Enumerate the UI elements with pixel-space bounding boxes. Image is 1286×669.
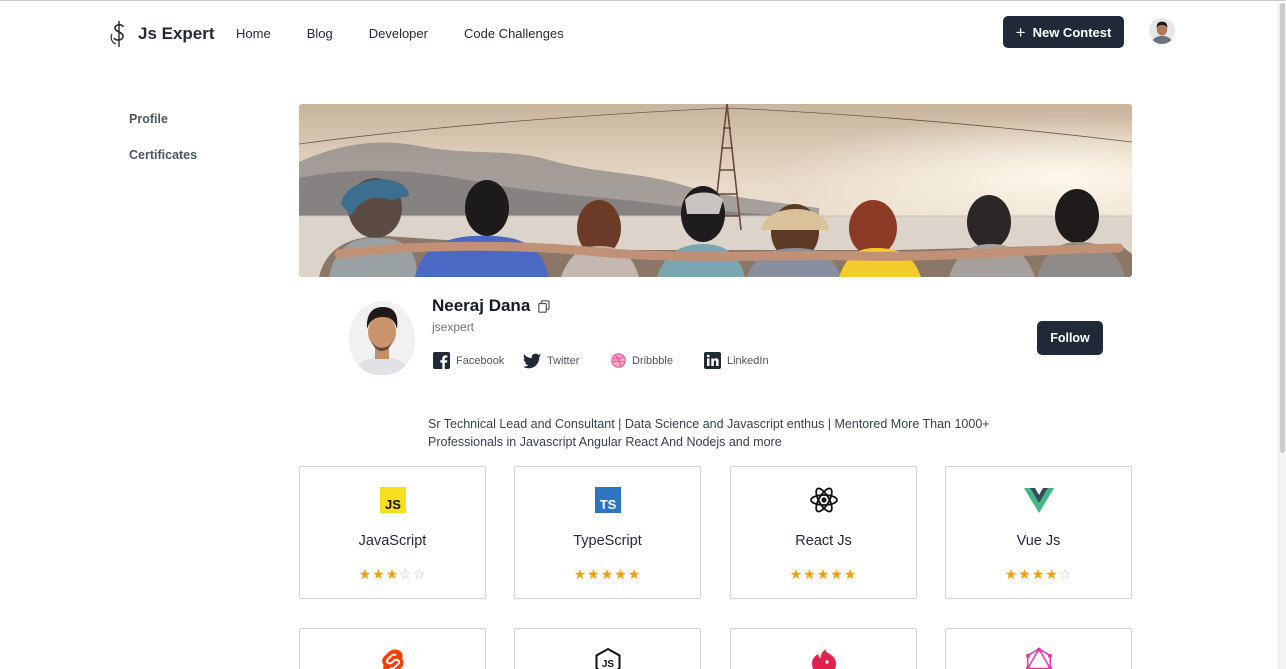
skill-name: React Js	[795, 533, 852, 549]
nav-code-challenges[interactable]: Code Challenges	[464, 26, 564, 41]
typescript-icon: TS	[594, 487, 621, 513]
user-avatar[interactable]	[1149, 18, 1175, 44]
social-links: Facebook Twitter Dribbble LinkedIn	[433, 352, 794, 369]
social-linkedin[interactable]: LinkedIn	[704, 352, 794, 369]
skill-name: Vue Js	[1016, 533, 1061, 549]
profile-name: Neeraj Dana	[432, 296, 531, 315]
top-navbar: Js Expert Home Blog Developer Code Chall…	[0, 3, 1278, 63]
star-filled-icon: ★	[573, 566, 588, 582]
skill-card-typescript[interactable]: TS TypeScript ★★★★★	[514, 466, 701, 599]
skill-rating: ★★★★☆	[946, 566, 1131, 582]
star-filled-icon: ★	[358, 566, 373, 582]
star-filled-icon: ★	[816, 566, 831, 582]
avatar-image	[1149, 18, 1175, 44]
facebook-icon	[433, 352, 450, 369]
twitter-icon	[523, 353, 541, 368]
star-filled-icon: ★	[843, 566, 858, 582]
social-twitter-label: Twitter	[547, 354, 580, 367]
social-facebook-label: Facebook	[456, 354, 505, 367]
new-contest-label: New Contest	[1032, 24, 1112, 40]
follow-button[interactable]: Follow	[1037, 321, 1103, 355]
nav-home[interactable]: Home	[236, 26, 271, 41]
nav-developer[interactable]: Developer	[369, 26, 428, 41]
main-nav: Home Blog Developer Code Challenges	[236, 26, 600, 41]
svg-text:JS: JS	[601, 659, 614, 669]
scrollbar[interactable]	[1278, 3, 1286, 669]
star-filled-icon: ★	[803, 566, 817, 582]
star-filled-icon: ★	[1018, 566, 1032, 582]
skill-rating: ★★★★★	[515, 566, 700, 582]
skill-name: JavaScript	[358, 533, 427, 549]
copy-icon[interactable]	[538, 299, 550, 313]
scrollbar-thumb[interactable]	[1280, 3, 1285, 453]
cover-image	[299, 104, 1132, 277]
profile-avatar	[349, 301, 415, 375]
logo-icon	[110, 21, 124, 47]
skill-rating: ★★★☆☆	[300, 566, 485, 582]
svg-text:JS: JS	[385, 497, 401, 512]
skill-card-graphql[interactable]	[945, 628, 1132, 669]
svg-text:TS: TS	[599, 497, 616, 512]
vue-icon	[1023, 488, 1054, 513]
star-filled-icon: ★	[1045, 566, 1059, 582]
logo-text: Js Expert	[138, 24, 215, 43]
javascript-icon: JS	[379, 487, 406, 513]
new-contest-button[interactable]: + New Contest	[1003, 16, 1124, 48]
star-filled-icon: ★	[830, 566, 844, 582]
social-dribbble-label: Dribbble	[632, 354, 673, 367]
dribbble-icon	[611, 353, 626, 368]
star-filled-icon: ★	[1031, 566, 1046, 582]
social-linkedin-label: LinkedIn	[727, 354, 769, 367]
star-empty-icon: ☆	[412, 566, 427, 582]
star-filled-icon: ★	[385, 566, 400, 582]
cover-photo	[299, 104, 1132, 277]
skill-card-nestjs[interactable]	[730, 628, 917, 669]
skill-card-vue[interactable]: Vue Js ★★★★☆	[945, 466, 1132, 599]
plus-icon: +	[1015, 22, 1026, 42]
star-empty-icon: ☆	[399, 566, 413, 582]
nav-blog[interactable]: Blog	[307, 26, 333, 41]
skill-card-javascript[interactable]: JS JavaScript ★★★☆☆	[299, 466, 486, 599]
skill-card-svelte[interactable]	[299, 628, 486, 669]
profile-photo	[349, 301, 415, 375]
logo[interactable]: Js Expert	[108, 20, 215, 48]
social-dribbble[interactable]: Dribbble	[611, 353, 704, 368]
social-twitter[interactable]: Twitter	[523, 353, 611, 369]
nestjs-icon	[811, 649, 836, 669]
profile-bio: Sr Technical Lead and Consultant | Data …	[428, 417, 990, 449]
linkedin-icon	[704, 352, 721, 369]
svelte-icon	[381, 649, 404, 669]
star-filled-icon: ★	[600, 566, 615, 582]
react-icon	[809, 487, 838, 513]
profile-sidebar: Profile Certificates	[129, 112, 197, 184]
star-filled-icon: ★	[627, 566, 642, 582]
star-filled-icon: ★	[587, 566, 601, 582]
skill-rating: ★★★★★	[731, 566, 916, 582]
profile-name-row: Neeraj Dana	[432, 296, 550, 316]
skill-name: TypeScript	[573, 533, 642, 549]
star-filled-icon: ★	[372, 566, 386, 582]
skill-card-nodejs[interactable]: JS	[514, 628, 701, 669]
star-filled-icon: ★	[1004, 566, 1019, 582]
star-filled-icon: ★	[789, 566, 804, 582]
skill-card-react[interactable]: React Js ★★★★★	[730, 466, 917, 599]
star-empty-icon: ☆	[1058, 566, 1073, 582]
sidebar-item-certificates[interactable]: Certificates	[129, 148, 197, 184]
star-filled-icon: ★	[614, 566, 628, 582]
nodejs-icon: JS	[595, 647, 620, 669]
graphql-icon	[1025, 647, 1052, 669]
profile-username: jsexpert	[432, 320, 475, 334]
sidebar-item-profile[interactable]: Profile	[129, 112, 197, 148]
social-facebook[interactable]: Facebook	[433, 352, 523, 369]
